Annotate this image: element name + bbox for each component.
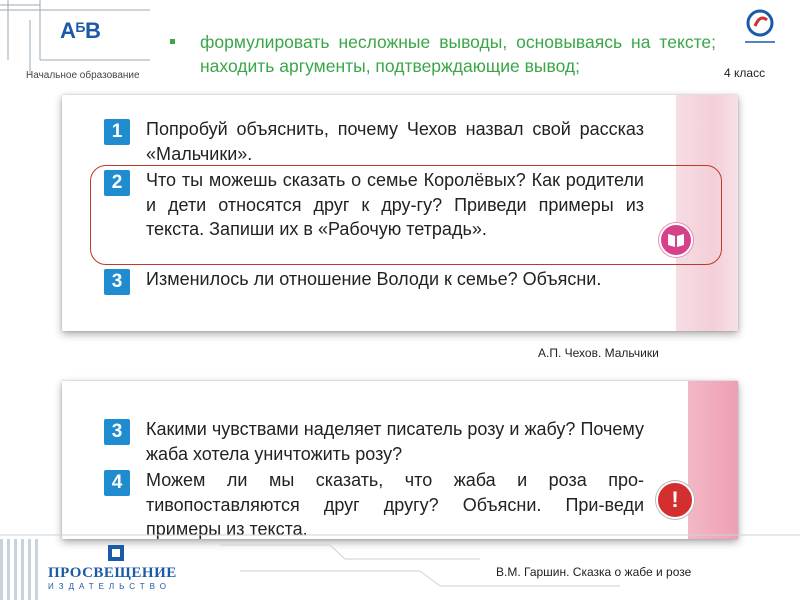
source-caption: А.П. Чехов. Мальчики (538, 346, 659, 360)
objective-text: формулировать несложные выводы, основыва… (170, 30, 716, 78)
question-text: Попробуй объяснить, почему Чехов назвал … (146, 119, 644, 164)
decorative-strip (688, 381, 738, 539)
question-number-badge: 4 (104, 470, 130, 496)
question-number-badge: 3 (104, 419, 130, 445)
publisher-name: ПРОСВЕЩЕНИЕ (48, 565, 177, 581)
question-text: Какими чувствами наделяет писатель розу … (146, 419, 644, 464)
highlight-outline (90, 165, 722, 265)
question-number-badge: 3 (104, 269, 130, 295)
workbook-icon (659, 223, 693, 257)
publisher-emblem-icon (745, 9, 775, 43)
bullet-icon (170, 39, 175, 44)
warning-icon: ! (656, 481, 694, 519)
grade-label: 4 класс (724, 66, 766, 80)
question-text: Изменилось ли отношение Володи к семье? … (146, 269, 602, 289)
edu-label: Начальное образование (26, 70, 140, 81)
question-number-badge: 1 (104, 119, 130, 145)
abv-logo: АБВ (60, 18, 101, 43)
publisher-subtitle: ИЗДАТЕЛЬСТВО (48, 582, 171, 591)
source-caption: В.М. Гаршин. Сказка о жабе и розе (496, 565, 692, 579)
